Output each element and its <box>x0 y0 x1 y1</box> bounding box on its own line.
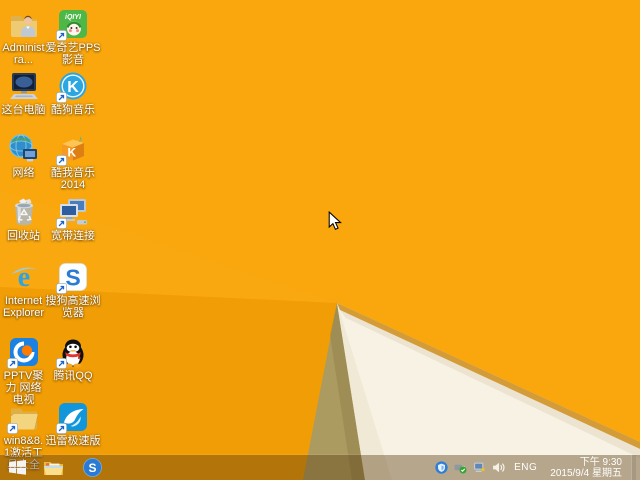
show-desktop-button[interactable] <box>631 455 636 480</box>
desktop-icon-network[interactable]: 网络 <box>1 133 46 179</box>
desktop-icon-label: 宽带连接 <box>51 230 95 242</box>
svg-text:e: e <box>17 262 29 293</box>
sogou-browser-icon: S <box>56 261 89 294</box>
broadband-connection-icon <box>56 196 89 229</box>
desktop-icon-thunder[interactable]: 迅雷极速版 <box>45 401 101 447</box>
volume-icon <box>492 462 505 473</box>
shortcut-arrow-icon <box>56 358 67 369</box>
shortcut-arrow-icon <box>56 423 67 434</box>
desktop-icon-label: 迅雷极速版 <box>45 435 101 447</box>
desktop-icon-kuwo[interactable]: ♪ K 酷我音乐 2014 <box>45 133 101 191</box>
taskbar-clock[interactable]: 下午 9:30 2015/9/4 星期五 <box>546 457 626 479</box>
svg-text:iQIYI: iQIYI <box>65 14 82 21</box>
shortcut-arrow-icon <box>56 155 67 166</box>
svg-text:S: S <box>88 461 96 475</box>
shortcut-arrow-icon <box>56 30 67 41</box>
volume-tray-button[interactable] <box>491 461 505 475</box>
tencent-qq-icon <box>56 336 89 369</box>
desktop-icon-broadband[interactable]: 宽带连接 <box>45 196 101 242</box>
sogou-browser-taskbar-button[interactable]: S <box>78 455 106 480</box>
taskbar-left: S <box>0 455 106 480</box>
safely-remove-hardware-icon <box>454 464 467 474</box>
desktop-icon-label: 回收站 <box>7 230 40 242</box>
security-shield-tray-button[interactable] <box>434 461 448 475</box>
language-indicator[interactable]: ENG <box>510 462 541 473</box>
shortcut-arrow-icon <box>56 218 67 229</box>
network-status-warning-icon <box>473 462 485 472</box>
desktop-icon-recycle-bin[interactable]: 回收站 <box>1 196 46 242</box>
taskbar: S ENG 下午 9:30 2015/9/4 星期五 <box>0 455 640 480</box>
desktop-icon-label: 酷狗音乐 <box>51 104 95 116</box>
file-explorer-icon <box>43 462 63 475</box>
shortcut-arrow-icon <box>56 92 67 103</box>
shortcut-arrow-icon <box>6 358 18 369</box>
pptv-icon <box>6 336 40 369</box>
desktop-icon-label: 搜狗高速浏览器 <box>45 295 101 319</box>
windows-logo-icon <box>8 460 26 475</box>
svg-text:K: K <box>68 146 77 160</box>
administrator-folder-icon <box>8 8 40 40</box>
system-tray: ENG 下午 9:30 2015/9/4 星期五 <box>434 455 640 480</box>
clock-time: 下午 9:30 <box>579 456 622 468</box>
sogou-browser-icon: S <box>82 458 102 477</box>
desktop-icon-label: 网络 <box>12 167 35 179</box>
svg-text:K: K <box>67 79 79 96</box>
desktop-icon-label: Administra... <box>2 42 45 66</box>
this-pc-icon <box>8 70 40 102</box>
desktop-icon-label: Internet Explorer <box>3 295 44 319</box>
clock-date: 2015/9/4 星期五 <box>550 467 622 479</box>
desktop-icon-pptv[interactable]: PPTV聚力 网络电视 <box>1 336 46 406</box>
desktop-icon-this-pc[interactable]: 这台电脑 <box>1 70 46 116</box>
thunder-xunlei-icon <box>56 401 89 434</box>
desktop-icon-label: 爱奇艺PPS 影音 <box>45 42 101 66</box>
desktop-icon-label: 腾讯QQ <box>53 370 93 382</box>
desktop-icon-administrator[interactable]: Administra... <box>1 8 46 66</box>
start-button[interactable] <box>3 455 31 480</box>
network-icon <box>8 133 40 165</box>
security-shield-icon <box>434 461 448 474</box>
desktop-icon-kugou[interactable]: K 酷狗音乐 <box>45 70 101 116</box>
recycle-bin-icon <box>8 196 40 228</box>
desktop: Administra... iQIYI 爱奇艺PPS 影音 这台电脑 K 酷狗音… <box>0 0 640 480</box>
desktop-icon-sogou-browser[interactable]: S 搜狗高速浏览器 <box>45 261 101 319</box>
desktop-icon-internet-explorer[interactable]: e Internet Explorer <box>1 261 46 319</box>
shortcut-arrow-icon <box>56 283 67 294</box>
internet-explorer-icon: e <box>8 261 40 293</box>
desktop-icon-label: 酷我音乐 2014 <box>51 167 95 191</box>
kugou-music-icon: K <box>56 70 89 103</box>
svg-text:S: S <box>65 265 80 291</box>
mouse-cursor-icon <box>328 211 342 231</box>
kuwo-music-icon: ♪ K <box>56 133 89 166</box>
file-explorer-button[interactable] <box>39 455 67 480</box>
safely-remove-hardware-tray-button[interactable] <box>453 461 467 475</box>
iqiyi-pps-icon: iQIYI <box>56 8 89 41</box>
shortcut-arrow-icon <box>6 423 18 434</box>
network-status-tray-button[interactable] <box>472 461 486 475</box>
desktop-icon-iqiyi-pps[interactable]: iQIYI 爱奇艺PPS 影音 <box>45 8 101 66</box>
desktop-icon-label: 这台电脑 <box>1 104 46 116</box>
folder-icon <box>6 401 40 434</box>
desktop-icon-qq[interactable]: 腾讯QQ <box>45 336 101 382</box>
